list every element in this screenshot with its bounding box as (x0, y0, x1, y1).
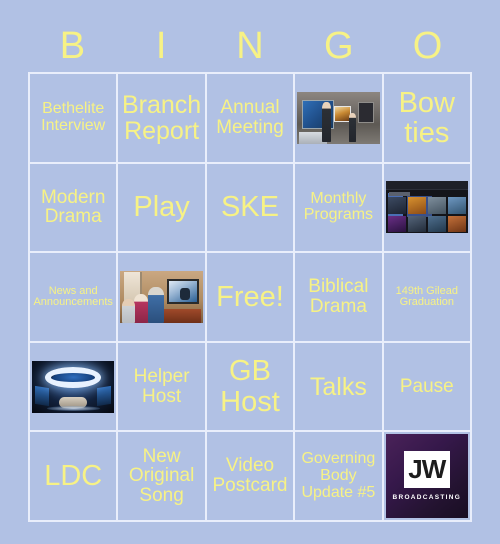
bingo-cell[interactable]: New Original Song (118, 432, 207, 522)
jw-wordmark-text: BROADCASTING (392, 494, 462, 502)
bingo-cell[interactable]: News and Announcements (30, 253, 119, 343)
bingo-letter-b: B (59, 25, 86, 67)
bingo-letter-n: N (236, 25, 264, 67)
bingo-letter-i: I (155, 25, 167, 67)
jw-monogram: JW (403, 451, 450, 489)
bingo-cell-label: Bethelite Interview (41, 100, 106, 134)
bingo-cell[interactable]: Biblical Drama (295, 253, 384, 343)
bingo-card: B I N G O Bethelite Interview Branch Repo… (0, 0, 500, 544)
bingo-cell[interactable]: Monthly Programs (295, 163, 384, 254)
bingo-cell[interactable]: JW BROADCASTING (383, 432, 472, 522)
bingo-cell[interactable]: Free! (206, 253, 296, 343)
bingo-cell-label: Bow ties (398, 86, 455, 149)
bingo-cell[interactable]: GB Host (206, 342, 296, 433)
jw-broadcasting-logo-image: JW BROADCASTING (385, 434, 468, 518)
bingo-cell[interactable]: Modern Drama (30, 163, 119, 254)
bingo-cell[interactable]: Helper Host (118, 342, 207, 433)
bingo-cell[interactable]: Play (118, 163, 207, 254)
bingo-cell-label: Monthly Programs (303, 189, 374, 224)
bingo-cell[interactable] (118, 253, 207, 343)
bingo-grid: Bethelite Interview Branch Report Annual M… (28, 72, 472, 522)
studio-presenters-image (297, 91, 380, 144)
bingo-cell[interactable]: Bethelite Interview (30, 74, 119, 164)
bingo-cell[interactable]: 149th Gilead Graduation (383, 253, 472, 343)
bingo-cell[interactable]: Annual Meeting (206, 74, 296, 164)
bingo-letter-g: G (324, 25, 354, 67)
bingo-cell-label: 149th Gilead Graduation (395, 284, 458, 308)
bingo-cell-label: Helper Host (133, 365, 190, 407)
bingo-cell[interactable]: Branch Report (118, 74, 207, 164)
bingo-cell-label: Annual Meeting (216, 97, 284, 138)
bingo-cell-label: LDC (44, 460, 103, 493)
bingo-cell-label: Modern Drama (40, 186, 106, 228)
bingo-cell-label: News and Announcements (33, 284, 113, 308)
bingo-cell[interactable] (383, 163, 472, 254)
bingo-cell[interactable]: Bow ties (383, 74, 472, 164)
bingo-cell[interactable] (30, 342, 119, 433)
bingo-cell[interactable]: SKE (206, 163, 296, 254)
bingo-cell-label: Video Postcard (212, 455, 288, 497)
bingo-cell-label: Talks (309, 372, 367, 401)
bingo-cell[interactable]: Video Postcard (206, 432, 296, 522)
bingo-cell-label: Play (133, 191, 190, 224)
video-library-grid-image (385, 181, 468, 234)
bingo-cell-label: Free! (216, 280, 284, 313)
bingo-cell-label: Governing Body Update #5 (301, 450, 376, 501)
bingo-cell[interactable]: Pause (383, 342, 472, 433)
bingo-cell-label: GB Host (220, 355, 280, 418)
bingo-cell-label: New Original Song (128, 445, 195, 507)
bingo-cell[interactable]: Talks (295, 342, 384, 433)
bingo-header: B I N G O (28, 22, 472, 70)
bingo-cell[interactable] (295, 74, 384, 164)
bingo-letter-o: O (412, 25, 443, 67)
bingo-cell[interactable]: Governing Body Update #5 (295, 432, 384, 522)
bingo-cell-label: SKE (220, 191, 279, 224)
bingo-cell-label: Biblical Drama (308, 276, 369, 317)
bingo-cell-label: Pause (399, 375, 454, 397)
ring-studio-set-image (32, 360, 115, 413)
jw-monogram-text: JW (408, 454, 446, 485)
bingo-cell-label: Branch Report (121, 90, 202, 145)
family-watching-tv-image (120, 271, 203, 323)
bingo-cell[interactable]: LDC (30, 432, 119, 522)
